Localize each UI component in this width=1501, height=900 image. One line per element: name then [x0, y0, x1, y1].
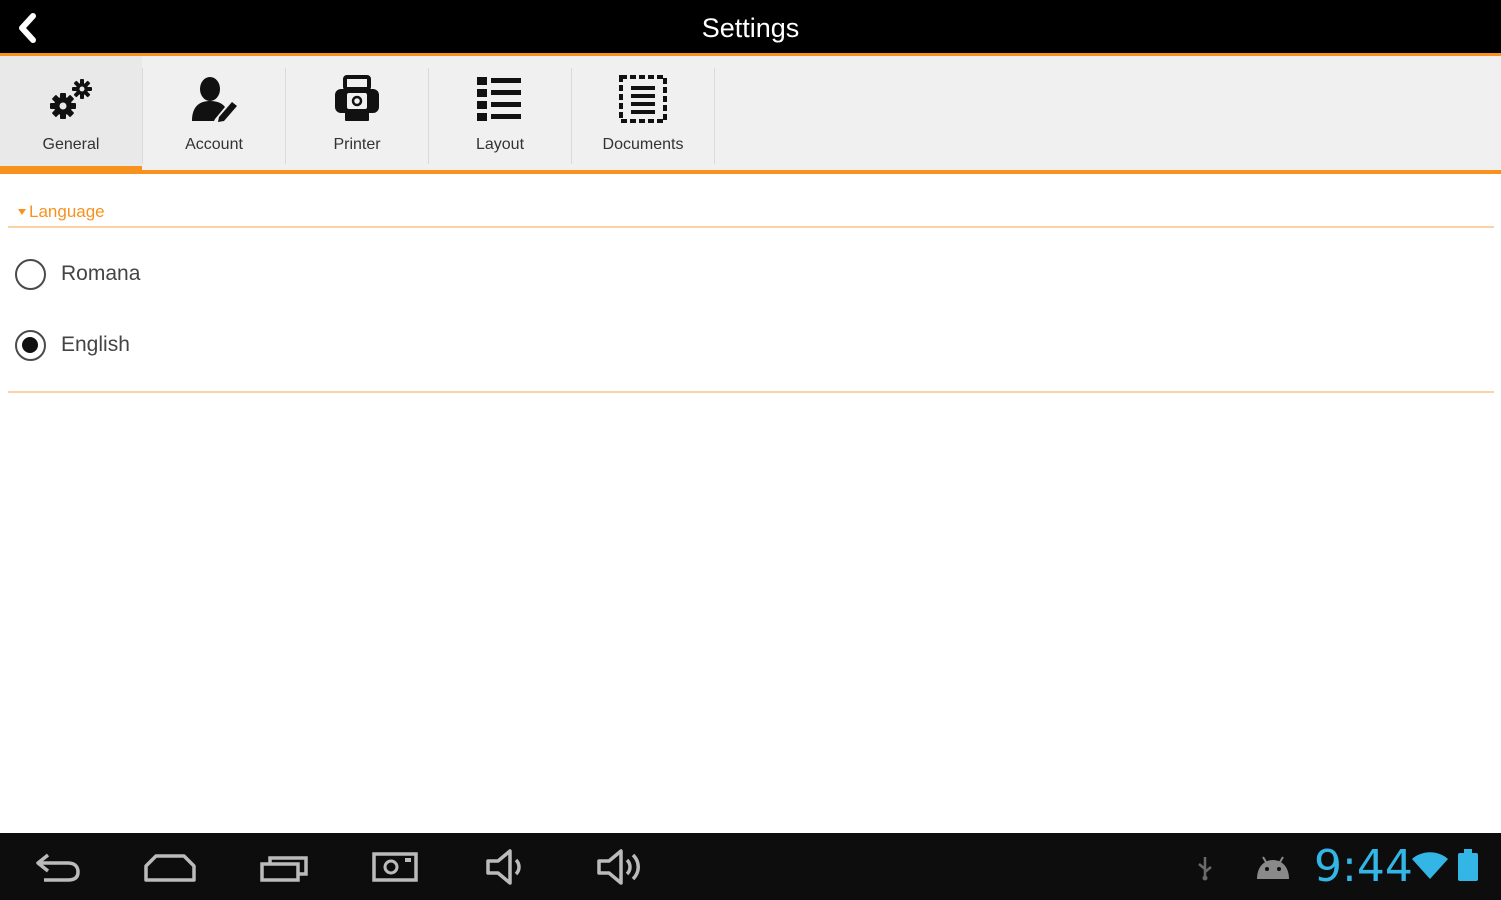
tab-label: Account — [185, 136, 243, 153]
section-divider-top — [8, 226, 1494, 228]
back-icon — [36, 853, 80, 882]
language-option-romana[interactable]: Romana — [0, 243, 1501, 305]
radio-label: English — [61, 333, 130, 356]
nav-screenshot-button[interactable] — [368, 847, 422, 887]
tab-layout[interactable]: Layout — [429, 56, 571, 170]
tab-label: General — [42, 136, 100, 153]
printer-icon — [335, 75, 379, 121]
title-bar: Settings — [0, 0, 1501, 53]
language-option-english[interactable]: English — [0, 314, 1501, 376]
tab-documents[interactable]: Documents — [572, 56, 714, 170]
nav-volume-up-button[interactable] — [592, 847, 648, 887]
nav-home-button[interactable] — [140, 847, 200, 887]
page-title: Settings — [701, 13, 800, 43]
volume-down-icon — [486, 849, 521, 885]
radio-button-checked[interactable] — [15, 330, 46, 361]
wifi-icon — [1412, 852, 1448, 879]
tab-divider — [714, 68, 715, 164]
tab-label: Printer — [333, 136, 381, 153]
android-debug-icon — [1257, 856, 1289, 879]
tab-label: Layout — [475, 136, 525, 153]
status-clock: 9:44 — [1314, 841, 1413, 892]
gears-icon — [50, 79, 92, 119]
list-icon — [477, 77, 521, 121]
user-edit-icon — [192, 77, 237, 122]
system-navigation-bar: 9:44 — [0, 833, 1501, 900]
battery-icon — [1458, 849, 1478, 881]
tab-printer[interactable]: Printer — [286, 56, 428, 170]
collapse-triangle-icon — [18, 209, 26, 215]
recent-apps-icon — [260, 856, 308, 882]
home-icon — [144, 854, 196, 882]
language-section-header[interactable]: Language — [18, 202, 105, 222]
radio-label: Romana — [61, 262, 141, 285]
nav-back-button[interactable] — [28, 847, 84, 887]
nav-recent-apps-button[interactable] — [254, 847, 314, 887]
screenshot-icon — [372, 852, 418, 882]
radio-button-unchecked[interactable] — [15, 259, 46, 290]
document-icon — [619, 75, 667, 123]
settings-screen: Settings General Account Printer Layout … — [0, 0, 1501, 900]
tabbar-divider — [0, 170, 1501, 174]
usb-icon — [1198, 857, 1212, 881]
tab-account[interactable]: Account — [143, 56, 285, 170]
section-title: Language — [29, 202, 105, 221]
tab-label: Documents — [602, 136, 684, 153]
volume-up-icon — [597, 849, 640, 885]
settings-tabbar: General Account Printer Layout Documents — [0, 56, 1501, 170]
nav-volume-down-button[interactable] — [480, 847, 534, 887]
tab-general[interactable]: General — [0, 56, 142, 170]
section-divider-bottom — [8, 391, 1494, 393]
